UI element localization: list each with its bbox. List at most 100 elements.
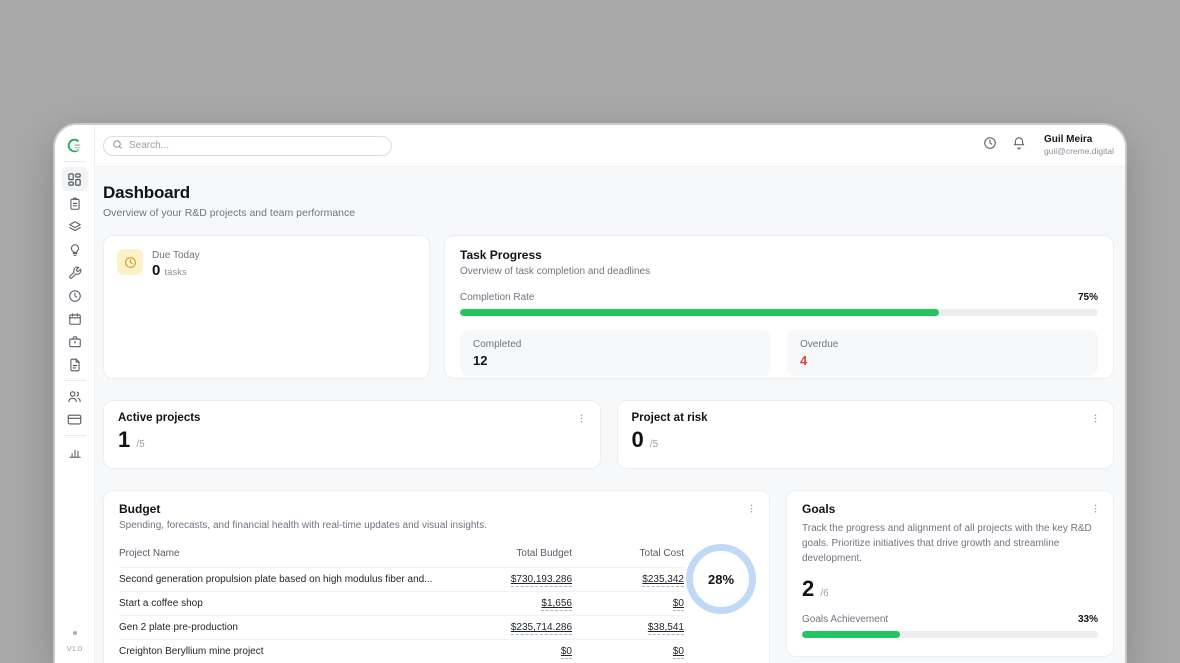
goals-achievement-row: Goals Achievement 33% xyxy=(802,614,1098,625)
total-cost-cell-value[interactable]: $0 xyxy=(673,598,684,611)
project-at-risk-total: /5 xyxy=(650,439,658,450)
clipboard-icon xyxy=(68,197,82,211)
sidebar-item-time[interactable] xyxy=(62,285,88,306)
sidebar-item-ideas[interactable] xyxy=(62,239,88,260)
kebab-menu-icon[interactable] xyxy=(574,410,590,426)
budget-table-row: Creighton Beryllium mine project $0 $0 xyxy=(119,639,684,663)
main-area: Guil Meira guil@creme.digital Dashboard … xyxy=(95,125,1125,663)
completion-progress-bar xyxy=(460,309,1098,316)
project-at-risk-title: Project at risk xyxy=(632,412,1100,424)
overdue-panel: Overdue 4 xyxy=(787,330,1098,376)
search-box[interactable] xyxy=(103,136,392,156)
app-logo[interactable] xyxy=(62,135,88,156)
task-progress-card: Task Progress Overview of task completio… xyxy=(444,235,1114,379)
row-stats: Active projects 1 /5 Project at risk xyxy=(103,400,1114,469)
total-cost-cell-value[interactable]: $0 xyxy=(673,646,684,659)
sidebar-divider xyxy=(64,161,86,162)
user-menu[interactable]: Guil Meira guil@creme.digital xyxy=(1044,133,1114,157)
total-cost-cell: $0 xyxy=(572,598,684,609)
due-today-value: 0 tasks xyxy=(152,262,200,279)
budget-card: Budget Spending, forecasts, and financia… xyxy=(103,490,770,663)
lightbulb-icon xyxy=(68,243,82,257)
kebab-menu-icon[interactable] xyxy=(1087,410,1103,426)
sidebar-item-dashboard[interactable] xyxy=(62,167,88,191)
row-budget-goals: Budget Spending, forecasts, and financia… xyxy=(103,490,1114,663)
total-budget-cell-value[interactable]: $730,193.286 xyxy=(511,574,572,587)
project-name-cell: Creighton Beryllium mine project xyxy=(119,646,442,657)
goals-description: Track the progress and alignment of all … xyxy=(802,521,1098,566)
budget-table-header: Project Name Total Budget Total Cost xyxy=(119,545,684,567)
topbar-actions: Guil Meira guil@creme.digital xyxy=(983,133,1114,157)
budget-donut: 28% xyxy=(686,544,756,614)
due-today-label: Due Today xyxy=(152,250,200,261)
total-budget-cell: $235,714.286 xyxy=(442,622,572,633)
sidebar-divider xyxy=(64,435,86,436)
goals-value: 2 /6 xyxy=(802,578,1098,600)
page-title: Dashboard xyxy=(103,183,1114,203)
kebab-menu-icon[interactable] xyxy=(1087,500,1103,516)
completed-value: 12 xyxy=(473,353,758,368)
completion-rate-value: 75% xyxy=(1078,292,1098,303)
completion-bar-fill xyxy=(460,309,939,316)
users-icon xyxy=(67,389,82,404)
sidebar-item-documents[interactable] xyxy=(62,354,88,375)
sidebar-item-analytics[interactable] xyxy=(62,441,88,462)
dashboard-grid-icon xyxy=(67,172,82,187)
sidebar-item-projects[interactable] xyxy=(62,216,88,237)
total-budget-cell-value[interactable]: $0 xyxy=(561,646,572,659)
overdue-label: Overdue xyxy=(800,339,1085,350)
project-name-cell: Gen 2 plate pre-production xyxy=(119,622,442,633)
active-projects-title: Active projects xyxy=(118,412,586,424)
bell-icon[interactable] xyxy=(1012,136,1026,155)
total-budget-cell-value[interactable]: $235,714.286 xyxy=(511,622,572,635)
sidebar-item-portfolio[interactable] xyxy=(62,331,88,352)
goals-achievement-label: Goals Achievement xyxy=(802,614,888,625)
dashboard-content: Dashboard Overview of your R&D projects … xyxy=(95,167,1125,663)
history-icon[interactable] xyxy=(983,136,997,155)
app-version: V1.0 xyxy=(67,644,82,653)
overdue-value: 4 xyxy=(800,353,1085,368)
project-name-cell: Second generation propulsion plate based… xyxy=(119,574,442,585)
total-cost-cell-value[interactable]: $38,541 xyxy=(648,622,684,635)
due-today-clock-icon xyxy=(117,249,143,275)
task-progress-title: Task Progress xyxy=(460,248,1098,262)
budget-table-row: Start a coffee shop$1,656$0 xyxy=(119,591,684,615)
budget-table-body: Second generation propulsion plate based… xyxy=(119,567,684,663)
sidebar: V1.0 xyxy=(55,125,95,663)
briefcase-icon xyxy=(68,335,82,349)
total-budget-cell: $0 xyxy=(442,646,572,657)
budget-table-row: Second generation propulsion plate based… xyxy=(119,567,684,591)
sidebar-divider xyxy=(64,380,86,381)
search-input[interactable] xyxy=(129,140,383,151)
user-email: guil@creme.digital xyxy=(1044,146,1114,157)
budget-title: Budget xyxy=(119,502,754,516)
due-today-unit: tasks xyxy=(165,267,187,278)
sidebar-item-calendar[interactable] xyxy=(62,308,88,329)
col-total-budget: Total Budget xyxy=(442,548,572,559)
sidebar-item-billing[interactable] xyxy=(62,409,88,430)
layers-icon xyxy=(68,220,82,234)
row-overview: Due Today 0 tasks Task Progress Overview… xyxy=(103,235,1114,379)
bar-chart-icon xyxy=(68,445,82,459)
wrench-icon xyxy=(68,266,82,280)
total-cost-cell: $235,342 xyxy=(572,574,684,585)
document-icon xyxy=(68,358,82,372)
calendar-icon xyxy=(68,312,82,326)
sidebar-item-tools[interactable] xyxy=(62,262,88,283)
project-at-risk-card: Project at risk 0 /5 xyxy=(617,400,1115,469)
goals-total: /6 xyxy=(820,588,828,599)
sidebar-item-tasks[interactable] xyxy=(62,193,88,214)
total-budget-cell-value[interactable]: $1,656 xyxy=(541,598,572,611)
sidebar-item-team[interactable] xyxy=(62,386,88,407)
total-budget-cell: $730,193.286 xyxy=(442,574,572,585)
due-today-card: Due Today 0 tasks xyxy=(103,235,430,379)
user-name: Guil Meira xyxy=(1044,133,1114,146)
budget-table: Project Name Total Budget Total Cost Sec… xyxy=(119,545,684,663)
total-cost-cell-value[interactable]: $235,342 xyxy=(642,574,684,587)
completed-label: Completed xyxy=(473,339,758,350)
active-projects-card: Active projects 1 /5 xyxy=(103,400,601,469)
kebab-menu-icon[interactable] xyxy=(743,500,759,516)
page-subtitle: Overview of your R&D projects and team p… xyxy=(103,207,1114,219)
active-projects-total: /5 xyxy=(136,439,144,450)
task-progress-panels: Completed 12 Overdue 4 xyxy=(460,330,1098,376)
